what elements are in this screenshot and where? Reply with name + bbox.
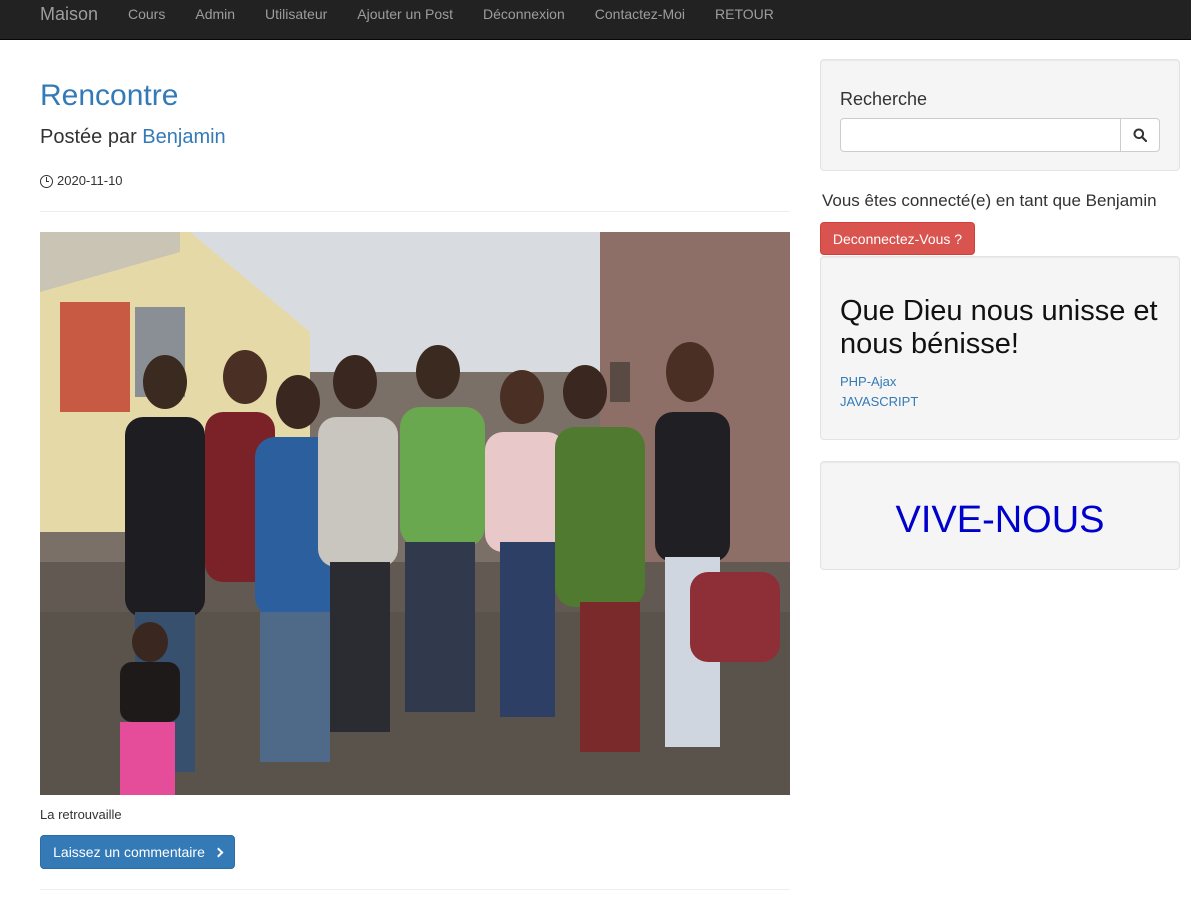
author-prefix: Postée par [40, 126, 137, 148]
navbar-brand[interactable]: Maison [40, 4, 98, 25]
nav-item-ajouter-post[interactable]: Ajouter un Post [342, 0, 468, 40]
search-input[interactable] [840, 118, 1121, 152]
chevron-right-icon [213, 847, 224, 857]
post-author-line: Postée par Benjamin [40, 124, 226, 150]
clock-icon [40, 174, 53, 188]
search-button[interactable] [1120, 118, 1160, 152]
nav-item-contact[interactable]: Contactez-Moi [580, 0, 700, 40]
search-panel: Recherche [820, 59, 1180, 171]
banner-text: VIVE-NOUS [895, 499, 1105, 541]
nav-item-retour[interactable]: RETOUR [700, 0, 789, 40]
banner-panel: VIVE-NOUS [820, 461, 1180, 570]
motto-heading: Que Dieu nous unisse et nous bénisse! [840, 295, 1158, 360]
nav-item-utilisateur[interactable]: Utilisateur [250, 0, 342, 40]
logged-in-status: Vous êtes connecté(e) en tant que Benjam… [822, 191, 1157, 210]
nav-item-deconnexion[interactable]: Déconnexion [468, 0, 580, 40]
nav-item-admin[interactable]: Admin [180, 0, 250, 40]
link-php-ajax[interactable]: PHP-Ajax [840, 373, 896, 391]
motto-panel: Que Dieu nous unisse et nous bénisse! PH… [820, 256, 1180, 440]
link-javascript[interactable]: JAVASCRIPT [840, 393, 918, 411]
search-icon [1133, 128, 1147, 142]
top-navbar: Maison Cours Admin Utilisateur Ajouter u… [0, 0, 1191, 40]
photo-caption: La retrouvaille [40, 807, 122, 822]
logout-button[interactable]: Deconnectez-Vous ? [820, 222, 975, 255]
post-date: 2020-11-10 [40, 172, 123, 190]
post-date-text: 2020-11-10 [57, 173, 123, 188]
post-title[interactable]: Rencontre [40, 78, 178, 114]
divider [40, 889, 790, 890]
post-photo [40, 232, 790, 795]
nav-item-cours[interactable]: Cours [113, 0, 180, 40]
nav-links: Cours Admin Utilisateur Ajouter un Post … [113, 0, 789, 40]
leave-comment-button[interactable]: Laissez un commentaire [40, 835, 235, 869]
search-title: Recherche [840, 89, 928, 109]
author-link[interactable]: Benjamin [142, 126, 225, 148]
divider [40, 211, 790, 212]
group-photo-illustration [40, 232, 790, 795]
leave-comment-label: Laissez un commentaire [53, 844, 205, 860]
